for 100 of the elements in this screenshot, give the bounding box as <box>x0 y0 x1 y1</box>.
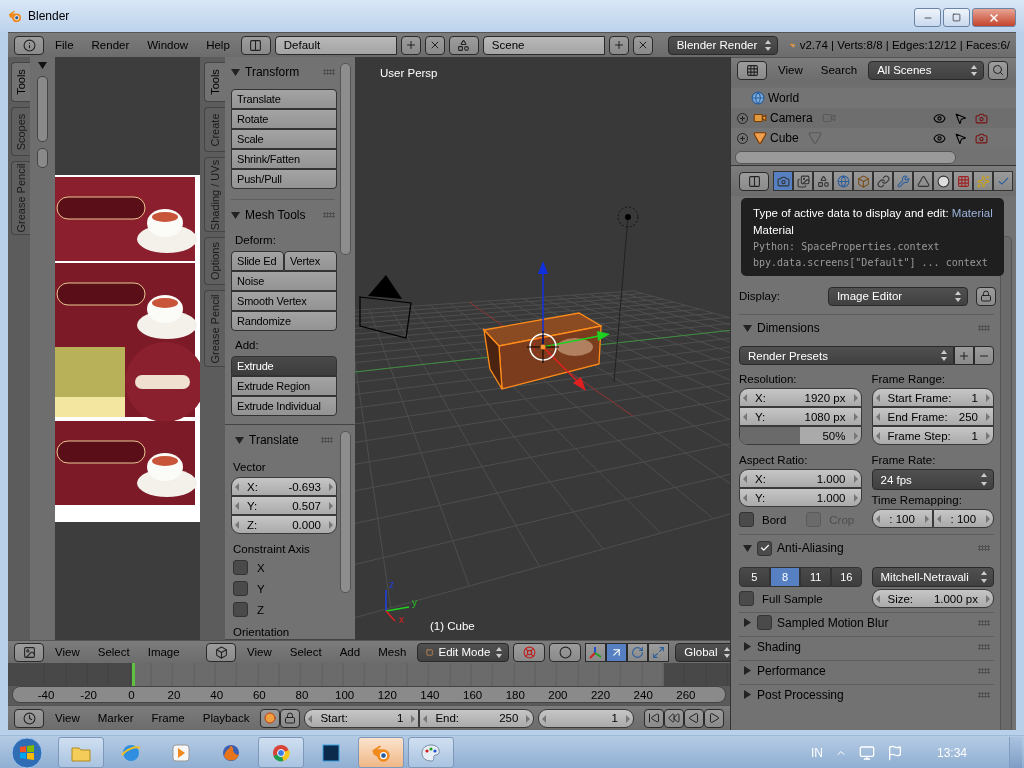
display-mode-dropdown[interactable]: All Scenes <box>868 60 985 80</box>
scrollbar[interactable] <box>735 151 956 164</box>
menu-item[interactable]: View <box>48 712 87 724</box>
current-frame-field[interactable]: 1 <box>538 708 634 728</box>
scene-button[interactable] <box>448 35 479 55</box>
properties-tab[interactable] <box>993 171 1013 191</box>
menu-item[interactable]: Add <box>332 646 368 658</box>
orientation-dropdown[interactable]: Global <box>675 642 730 662</box>
number-field[interactable]: Size: 1.000 px <box>871 589 994 608</box>
frame-rate-dropdown[interactable]: 24 fps <box>871 469 994 490</box>
properties-tab[interactable] <box>853 171 873 191</box>
number-field[interactable]: Start Frame: 1 <box>871 388 994 407</box>
menu-item[interactable]: View <box>771 64 810 76</box>
tool-button[interactable]: Randomize <box>231 311 337 331</box>
number-field[interactable]: : 100 <box>871 509 933 528</box>
panel-header[interactable]: Post Processing <box>739 685 994 704</box>
scrollbar[interactable] <box>37 76 48 142</box>
number-field[interactable]: X: 1.000 <box>739 469 862 488</box>
add-button[interactable] <box>608 35 629 55</box>
manipulator-button[interactable] <box>627 642 649 662</box>
tool-button[interactable]: Smooth Vertex <box>231 291 337 311</box>
number-field[interactable]: Z: 0.000 <box>231 515 337 534</box>
tool-button[interactable]: Push/Pull <box>231 169 337 189</box>
menu-item[interactable]: Image <box>140 646 187 658</box>
layout-button[interactable] <box>240 35 271 55</box>
editor-type-button[interactable] <box>206 642 236 662</box>
number-field[interactable]: X: 1920 px <box>739 388 862 407</box>
editor-type-button[interactable] <box>14 642 44 662</box>
properties-tab[interactable] <box>933 171 953 191</box>
tool-button[interactable]: Shrink/Fatten <box>231 149 337 169</box>
menu-item[interactable]: Search <box>813 64 865 76</box>
remove-preset-button[interactable] <box>974 346 994 365</box>
panel-header[interactable]: Dimensions <box>739 317 994 339</box>
end-frame-field[interactable]: End: 250 <box>419 708 535 728</box>
manipulator-button[interactable] <box>648 642 670 662</box>
menu-item[interactable]: Window <box>140 39 196 51</box>
screen-layout-field[interactable]: Default <box>274 35 397 55</box>
panel-header[interactable]: Performance <box>739 661 994 680</box>
scrollbar[interactable] <box>340 431 351 593</box>
remove-button[interactable] <box>424 35 445 55</box>
tool-button[interactable]: Translate <box>231 89 337 109</box>
properties-tab[interactable] <box>973 171 993 191</box>
search-button[interactable] <box>988 60 1009 80</box>
frame-ruler[interactable]: -40 -20 0 20 40 60 80 100 120 140 160 180 200 220 240 260 <box>12 686 726 703</box>
number-field[interactable]: End Frame: 250 <box>871 407 994 426</box>
menu-item[interactable]: Help <box>199 39 237 51</box>
scrollbar-handle[interactable] <box>37 148 48 168</box>
shading-dropdown[interactable] <box>549 642 582 662</box>
tool-button[interactable]: Extrude Individual <box>231 396 337 416</box>
play-button[interactable] <box>704 708 724 728</box>
record-button[interactable] <box>260 708 281 728</box>
minimize-button[interactable] <box>914 8 941 27</box>
maximize-button[interactable] <box>943 8 970 27</box>
properties-tab[interactable] <box>953 171 973 191</box>
outliner-item[interactable]: Camera <box>731 108 1016 128</box>
editor-type-button[interactable] <box>14 708 44 728</box>
tool-button[interactable]: Rotate <box>231 109 337 129</box>
properties-tab[interactable] <box>793 171 813 191</box>
manipulator-button[interactable] <box>606 642 628 662</box>
checkbox[interactable] <box>233 581 248 596</box>
extrude-dropdown[interactable]: Extrude <box>231 356 337 376</box>
number-field[interactable]: Y: 0.507 <box>231 496 337 515</box>
editor-type-button[interactable] <box>737 60 767 80</box>
menu-item[interactable]: Render <box>84 39 137 51</box>
render-presets-dropdown[interactable]: Render Presets <box>739 346 954 365</box>
properties-tab[interactable] <box>893 171 913 191</box>
checkbox[interactable] <box>757 615 772 630</box>
menu-item[interactable]: Mesh <box>371 646 414 658</box>
tool-button[interactable]: Scale <box>231 129 337 149</box>
tool-button[interactable]: Slide Ed <box>231 251 284 271</box>
number-field[interactable]: : 100 <box>932 509 994 528</box>
number-field[interactable]: Y: 1080 px <box>739 407 862 426</box>
play-reverse-button[interactable] <box>684 708 704 728</box>
menu-item[interactable]: File <box>48 39 81 51</box>
scrollbar[interactable] <box>1000 236 1012 730</box>
add-button[interactable] <box>400 35 421 55</box>
remove-button[interactable] <box>632 35 653 55</box>
percentage-slider[interactable]: 50% <box>739 426 862 445</box>
sample-button[interactable]: 16 <box>830 567 862 587</box>
lock-button[interactable] <box>975 286 996 306</box>
checkbox[interactable] <box>757 540 772 556</box>
region-tab[interactable]: Tools <box>11 62 30 102</box>
panel-header[interactable]: Shading <box>739 637 994 656</box>
menu-item[interactable]: View <box>48 646 87 658</box>
close-button[interactable] <box>972 8 1016 27</box>
panel-header[interactable]: Translate <box>231 429 337 451</box>
tool-button[interactable]: Extrude Region <box>231 376 337 396</box>
manipulator-button[interactable] <box>585 642 607 662</box>
sample-button[interactable]: 5 <box>739 567 770 587</box>
menu-item[interactable]: View <box>240 646 279 658</box>
filter-dropdown[interactable]: Mitchell-Netravali <box>871 567 994 587</box>
panel-header[interactable]: Anti-Aliasing <box>739 537 994 559</box>
checkbox[interactable] <box>233 560 248 575</box>
properties-tab[interactable] <box>833 171 853 191</box>
editor-type-button[interactable] <box>739 171 769 191</box>
editor-type-button[interactable] <box>14 35 44 55</box>
panel-header[interactable]: Mesh Tools <box>227 204 339 226</box>
sample-button[interactable]: 8 <box>769 567 801 587</box>
panel-header[interactable]: Transform <box>227 61 339 83</box>
sample-button[interactable]: 11 <box>800 567 831 587</box>
